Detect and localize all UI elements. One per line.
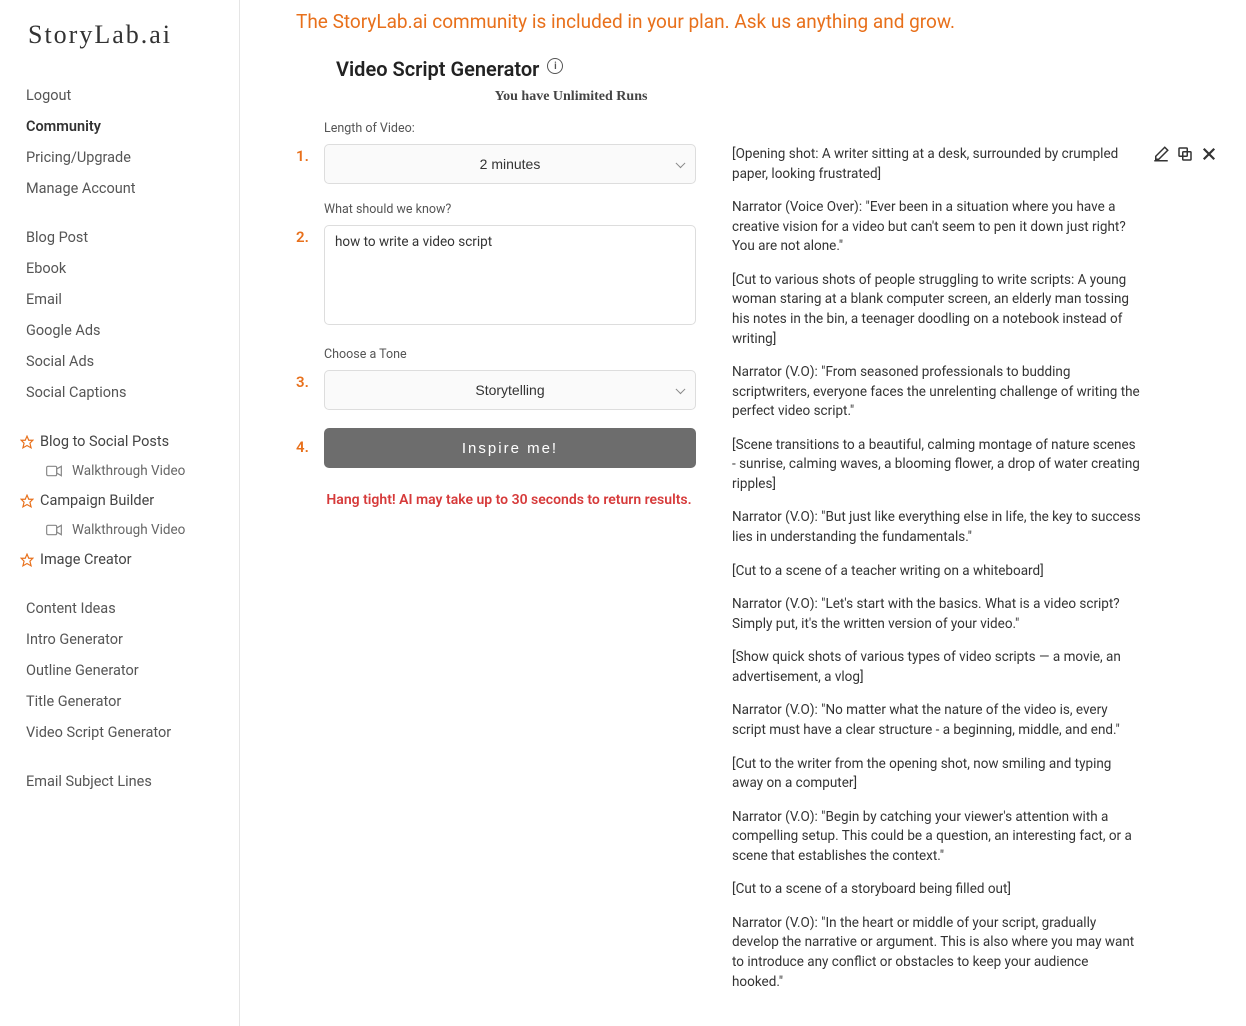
star-icon: [20, 494, 34, 508]
star-icon: [20, 435, 34, 449]
info-icon[interactable]: i: [547, 58, 563, 74]
close-icon[interactable]: [1200, 145, 1218, 163]
nav-email[interactable]: Email: [20, 284, 227, 315]
loading-message: Hang tight! AI may take up to 30 seconds…: [324, 490, 694, 511]
nav-outline-generator[interactable]: Outline Generator: [20, 655, 227, 686]
tone-select[interactable]: Storytelling: [324, 370, 696, 410]
know-label: What should we know?: [324, 202, 696, 217]
nav-walkthrough-2[interactable]: Walkthrough Video: [20, 516, 227, 544]
nav-campaign-builder[interactable]: Campaign Builder: [20, 485, 227, 516]
star-icon: [20, 553, 34, 567]
nav-image-creator[interactable]: Image Creator: [20, 544, 227, 575]
script-para: [Cut to various shots of people struggli…: [732, 271, 1142, 349]
script-para: [Show quick shots of various types of vi…: [732, 648, 1142, 687]
script-para: [Cut to a scene of a storyboard being fi…: [732, 880, 1142, 900]
step-3-number: 3.: [296, 347, 324, 391]
step-4-number: 4.: [296, 428, 324, 456]
output-actions: [1152, 145, 1218, 1006]
nav-label: Campaign Builder: [40, 492, 154, 509]
video-icon: [46, 524, 62, 536]
length-label: Length of Video:: [324, 121, 696, 136]
script-para: Narrator (V.O): "No matter what the natu…: [732, 701, 1142, 740]
nav-social-captions[interactable]: Social Captions: [20, 377, 227, 408]
nav-video-script-generator[interactable]: Video Script Generator: [20, 717, 227, 748]
nav-blog-post[interactable]: Blog Post: [20, 222, 227, 253]
sidebar: StoryLab.ai Logout Community Pricing/Upg…: [0, 0, 240, 1026]
output-column: [Opening shot: A writer sitting at a des…: [732, 121, 1218, 1006]
nav-label: Blog to Social Posts: [40, 433, 169, 450]
page-title: Video Script Generator: [336, 57, 539, 81]
nav-logout[interactable]: Logout: [20, 80, 227, 111]
nav-blog-to-social[interactable]: Blog to Social Posts: [20, 426, 227, 457]
script-para: [Opening shot: A writer sitting at a des…: [732, 145, 1142, 184]
nav-community[interactable]: Community: [20, 111, 227, 142]
nav-intro-generator[interactable]: Intro Generator: [20, 624, 227, 655]
runs-remaining: You have Unlimited Runs: [386, 89, 756, 105]
script-para: Narrator (V.O): "From seasoned professio…: [732, 363, 1142, 422]
form-column: 1. Length of Video: 2 minutes 2. What sh…: [296, 121, 696, 511]
script-para: Narrator (V.O): "But just like everythin…: [732, 508, 1142, 547]
inspire-button[interactable]: Inspire me!: [324, 428, 696, 468]
script-para: [Scene transitions to a beautiful, calmi…: [732, 436, 1142, 495]
logo: StoryLab.ai: [20, 20, 227, 50]
script-para: [Cut to a scene of a teacher writing on …: [732, 562, 1142, 582]
video-icon: [46, 465, 62, 477]
nav-walkthrough-1[interactable]: Walkthrough Video: [20, 457, 227, 485]
script-para: Narrator (V.O): "Let's start with the ba…: [732, 595, 1142, 634]
tone-label: Choose a Tone: [324, 347, 696, 362]
copy-icon[interactable]: [1176, 145, 1194, 163]
edit-icon[interactable]: [1152, 145, 1170, 163]
script-para: Narrator (V.O): "In the heart or middle …: [732, 914, 1142, 992]
nav-label: Walkthrough Video: [72, 522, 185, 538]
main: The StoryLab.ai community is included in…: [240, 0, 1246, 1026]
nav-email-subject-lines[interactable]: Email Subject Lines: [20, 766, 227, 797]
step-1-number: 1.: [296, 121, 324, 165]
nav-social-ads[interactable]: Social Ads: [20, 346, 227, 377]
page-head: Video Script Generator i: [336, 57, 1218, 81]
nav-label: Image Creator: [40, 551, 132, 568]
nav-ebook[interactable]: Ebook: [20, 253, 227, 284]
script-para: [Cut to the writer from the opening shot…: [732, 755, 1142, 794]
nav-label: Walkthrough Video: [72, 463, 185, 479]
nav-content-ideas[interactable]: Content Ideas: [20, 593, 227, 624]
banner[interactable]: The StoryLab.ai community is included in…: [296, 10, 1218, 33]
step-2-number: 2.: [296, 202, 324, 246]
script-para: Narrator (Voice Over): "Ever been in a s…: [732, 198, 1142, 257]
script-para: Narrator (V.O): "Begin by catching your …: [732, 808, 1142, 867]
know-textarea[interactable]: [324, 225, 696, 325]
nav-title-generator[interactable]: Title Generator: [20, 686, 227, 717]
nav-google-ads[interactable]: Google Ads: [20, 315, 227, 346]
nav-pricing[interactable]: Pricing/Upgrade: [20, 142, 227, 173]
nav-manage-account[interactable]: Manage Account: [20, 173, 227, 204]
nav-top: Logout Community Pricing/Upgrade Manage …: [20, 80, 227, 797]
generated-script: [Opening shot: A writer sitting at a des…: [732, 145, 1142, 1006]
length-select[interactable]: 2 minutes: [324, 144, 696, 184]
